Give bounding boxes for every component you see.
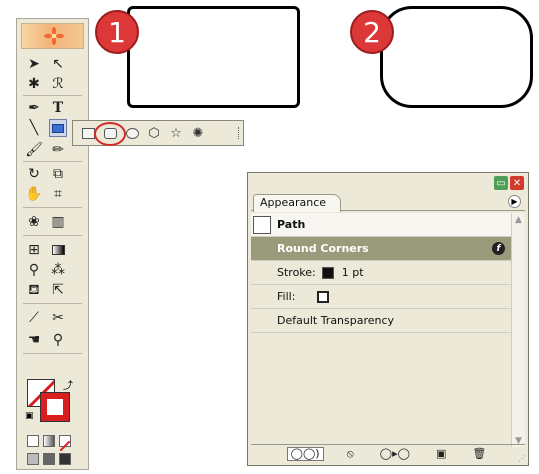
appearance-panel: ▭ ✕ Appearance ▶ Path Round Corners f St…: [247, 172, 529, 466]
stroke-color-swatch: [321, 266, 334, 279]
none-mode-button[interactable]: [59, 435, 71, 452]
rectangle-tool-icon[interactable]: [49, 119, 67, 137]
stroke-swatch[interactable]: [40, 392, 70, 422]
blend-tool-icon[interactable]: ⁂: [49, 261, 67, 279]
paintbrush-tool-icon[interactable]: 🖌: [25, 141, 43, 159]
direct-selection-tool-icon[interactable]: ↖: [49, 55, 67, 73]
resize-grip-icon[interactable]: ⋰: [518, 454, 526, 463]
duplicate-item-button[interactable]: ▣: [433, 447, 449, 461]
fill-stroke-control[interactable]: ⤴ ▣: [25, 377, 73, 423]
appearance-scrollbar[interactable]: ▲ ▼: [511, 213, 525, 447]
effect-row[interactable]: Round Corners f: [251, 237, 513, 261]
fx-icon: f: [492, 242, 505, 255]
transparency-row[interactable]: Default Transparency: [251, 309, 513, 333]
new-art-maintains-appearance-button[interactable]: ◯◯): [286, 446, 324, 461]
flare-tool-icon[interactable]: ✺: [189, 124, 207, 142]
default-colors-icon[interactable]: ▣: [25, 411, 34, 421]
stroke-row[interactable]: Stroke: 1 pt: [251, 261, 513, 285]
tearoff-grip-icon[interactable]: [238, 127, 240, 139]
transparency-label: Default Transparency: [277, 314, 395, 327]
close-button[interactable]: ✕: [510, 176, 524, 190]
star-tool-icon[interactable]: ☆: [167, 124, 185, 142]
flower-icon: [44, 27, 64, 45]
step-badge-1: 1: [95, 10, 139, 54]
minimize-button[interactable]: ▭: [494, 176, 508, 190]
appearance-bottom-bar: ◯◯) ⦸ ◯▸◯ ▣ 🗑: [251, 444, 525, 462]
fill-color-swatch: [317, 290, 330, 303]
reduce-to-basic-appearance-button[interactable]: ◯▸◯: [377, 447, 413, 461]
stroke-weight: 1 pt: [341, 266, 364, 279]
object-label: Path: [277, 218, 306, 231]
free-transform-tool-icon[interactable]: ⌗: [49, 185, 67, 203]
appearance-list: Path Round Corners f Stroke: 1 pt Fill: …: [251, 213, 513, 447]
gradient-mode-button[interactable]: [43, 435, 55, 447]
mesh-tool-icon[interactable]: ⊞: [25, 241, 43, 259]
scroll-up-icon[interactable]: ▲: [512, 213, 525, 226]
hand-tool-icon[interactable]: ☚: [25, 331, 43, 349]
warp-tool-icon[interactable]: ✋: [25, 185, 43, 203]
panel-menu-icon[interactable]: ▶: [508, 195, 521, 208]
app-logo[interactable]: [21, 23, 84, 49]
clear-appearance-button[interactable]: ⦸: [344, 447, 357, 461]
swap-arrow-icon[interactable]: ⤴: [63, 377, 73, 392]
stroke-label: Stroke:: [277, 266, 316, 279]
polygon-tool-icon[interactable]: ⬡: [145, 124, 163, 142]
appearance-object-row[interactable]: Path: [251, 213, 513, 237]
magic-wand-tool-icon[interactable]: ✱: [25, 75, 43, 93]
slice-tool-icon[interactable]: ⟋: [25, 309, 43, 327]
tab-appearance[interactable]: Appearance: [253, 194, 342, 212]
rounded-rectangle-example-1: [127, 6, 300, 108]
effect-label: Round Corners: [277, 242, 369, 255]
color-mode-button[interactable]: [27, 435, 39, 447]
step-badge-2: 2: [350, 10, 394, 54]
symbol-sprayer-tool-icon[interactable]: ❀: [25, 213, 43, 231]
fill-label: Fill:: [277, 290, 296, 303]
rounded-rectangle-example-2: [380, 6, 533, 108]
line-tool-icon[interactable]: ╲: [25, 119, 43, 137]
tools-panel: ➤ ↖ ✱ ℛ ✒ T ╲ 🖌 ✏ ↻ ⧉ ✋ ⌗ ❀ ▥ ⊞ ⚲ ⁂ ⛾ ⇱ …: [16, 18, 89, 470]
pen-tool-icon[interactable]: ✒: [25, 99, 43, 117]
full-screen-menu-mode-button[interactable]: [43, 453, 55, 465]
pencil-tool-icon[interactable]: ✏: [49, 141, 67, 159]
scissors-tool-icon[interactable]: ✂: [49, 309, 67, 327]
none-slash-icon: [59, 440, 71, 452]
eyedropper-tool-icon[interactable]: ⚲: [25, 261, 43, 279]
graph-tool-icon[interactable]: ▥: [49, 213, 67, 231]
standard-screen-mode-button[interactable]: [27, 453, 39, 465]
selection-tool-icon[interactable]: ➤: [25, 55, 43, 73]
gradient-tool-icon[interactable]: [49, 241, 67, 259]
lasso-tool-icon[interactable]: ℛ: [49, 75, 67, 93]
type-tool-icon[interactable]: T: [49, 99, 67, 117]
full-screen-mode-button[interactable]: [59, 453, 71, 465]
object-thumbnail: [253, 215, 271, 234]
highlight-circle: [94, 122, 126, 146]
delete-item-icon[interactable]: 🗑: [469, 447, 489, 461]
scale-tool-icon[interactable]: ⧉: [49, 165, 67, 183]
fill-row[interactable]: Fill:: [251, 285, 513, 309]
zoom-tool-icon[interactable]: ⚲: [49, 331, 67, 349]
rotate-tool-icon[interactable]: ↻: [25, 165, 43, 183]
live-paint-bucket-tool-icon[interactable]: ⛾: [25, 281, 43, 299]
live-paint-selection-tool-icon[interactable]: ⇱: [49, 281, 67, 299]
